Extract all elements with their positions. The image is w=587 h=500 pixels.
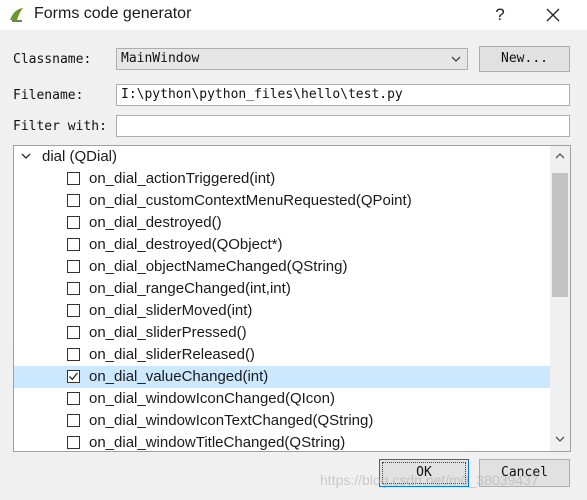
filename-value: I:\python\python_files\hello\test.py (121, 87, 403, 102)
checkbox[interactable] (67, 172, 80, 185)
tree-row-label: on_dial_sliderMoved(int) (89, 302, 253, 319)
checkbox-checked[interactable] (67, 370, 80, 383)
tree-row-label: on_dial_sliderReleased() (89, 346, 255, 363)
tree-row-label: on_dial_windowTitleChanged(QString) (89, 434, 346, 451)
tree-row[interactable]: on_dial_sliderPressed() (14, 322, 550, 344)
chevron-down-icon[interactable] (20, 150, 32, 162)
qt-designer-icon (10, 8, 23, 22)
signal-tree[interactable]: dial (QDial) on_dial_actionTriggered(int… (13, 145, 571, 452)
tree-row[interactable]: on_dial_customContextMenuRequested(QPoin… (14, 190, 550, 212)
filename-label: Filename: (13, 88, 84, 103)
tree-parent-dial[interactable]: dial (QDial) (14, 146, 550, 168)
tree-row[interactable]: on_dial_objectNameChanged(QString) (14, 256, 550, 278)
checkbox[interactable] (67, 436, 80, 449)
scrollbar-thumb[interactable] (552, 173, 568, 297)
new-button[interactable]: New... (479, 46, 570, 72)
tree-row-label: on_dial_objectNameChanged(QString) (89, 258, 348, 275)
tree-parent-label: dial (QDial) (42, 148, 118, 165)
tree-row[interactable]: on_dial_actionTriggered(int) (14, 168, 550, 190)
tree-row[interactable]: on_dial_destroyed() (14, 212, 550, 234)
tree-row[interactable]: on_dial_sliderReleased() (14, 344, 550, 366)
filename-input[interactable]: I:\python\python_files\hello\test.py (116, 84, 570, 106)
checkbox[interactable] (67, 238, 80, 251)
checkbox[interactable] (67, 348, 80, 361)
classname-combobox[interactable]: MainWindow (116, 48, 468, 70)
checkbox[interactable] (67, 282, 80, 295)
checkbox[interactable] (67, 216, 80, 229)
checkbox[interactable] (67, 194, 80, 207)
chevron-down-icon (451, 56, 461, 62)
window-title: Forms code generator (34, 5, 192, 22)
classname-value: MainWindow (121, 51, 200, 66)
tree-row-label: on_dial_windowIconTextChanged(QString) (89, 412, 374, 429)
tree-row[interactable]: on_dial_rangeChanged(int,int) (14, 278, 550, 300)
tree-row[interactable]: on_dial_sliderMoved(int) (14, 300, 550, 322)
title-bar: Forms code generator ? (0, 0, 587, 30)
tree-row[interactable]: on_dial_windowIconTextChanged(QString) (14, 410, 550, 432)
tree-row-label: on_dial_destroyed(QObject*) (89, 236, 283, 253)
tree-row-label: on_dial_customContextMenuRequested(QPoin… (89, 192, 412, 209)
close-button[interactable] (530, 0, 576, 30)
tree-row-label: on_dial_sliderPressed() (89, 324, 247, 341)
checkbox[interactable] (67, 326, 80, 339)
vertical-scrollbar[interactable] (550, 146, 570, 451)
checkmark-icon (69, 372, 79, 381)
tree-row[interactable]: on_dial_windowTitleChanged(QString) (14, 432, 550, 451)
tree-row-label: on_dial_rangeChanged(int,int) (89, 280, 291, 297)
watermark-text: https://blog.csdn.net/m0_38039437 (320, 472, 539, 488)
tree-row-selected[interactable]: on_dial_valueChanged(int) (14, 366, 550, 388)
help-button[interactable]: ? (480, 0, 520, 30)
checkbox[interactable] (67, 414, 80, 427)
filter-label: Filter with: (13, 119, 107, 134)
tree-row[interactable]: on_dial_windowIconChanged(QIcon) (14, 388, 550, 410)
checkbox[interactable] (67, 304, 80, 317)
tree-row[interactable]: on_dial_destroyed(QObject*) (14, 234, 550, 256)
scroll-down-icon[interactable] (555, 435, 565, 443)
tree-row-label: on_dial_actionTriggered(int) (89, 170, 276, 187)
classname-label: Classname: (13, 52, 92, 67)
tree-row-label: on_dial_destroyed() (89, 214, 222, 231)
tree-row-label: on_dial_windowIconChanged(QIcon) (89, 390, 335, 407)
tree-row-label: on_dial_valueChanged(int) (89, 368, 269, 385)
checkbox[interactable] (67, 260, 80, 273)
scroll-up-icon[interactable] (555, 152, 565, 160)
checkbox[interactable] (67, 392, 80, 405)
close-icon (546, 8, 560, 22)
filter-input[interactable] (116, 115, 570, 137)
